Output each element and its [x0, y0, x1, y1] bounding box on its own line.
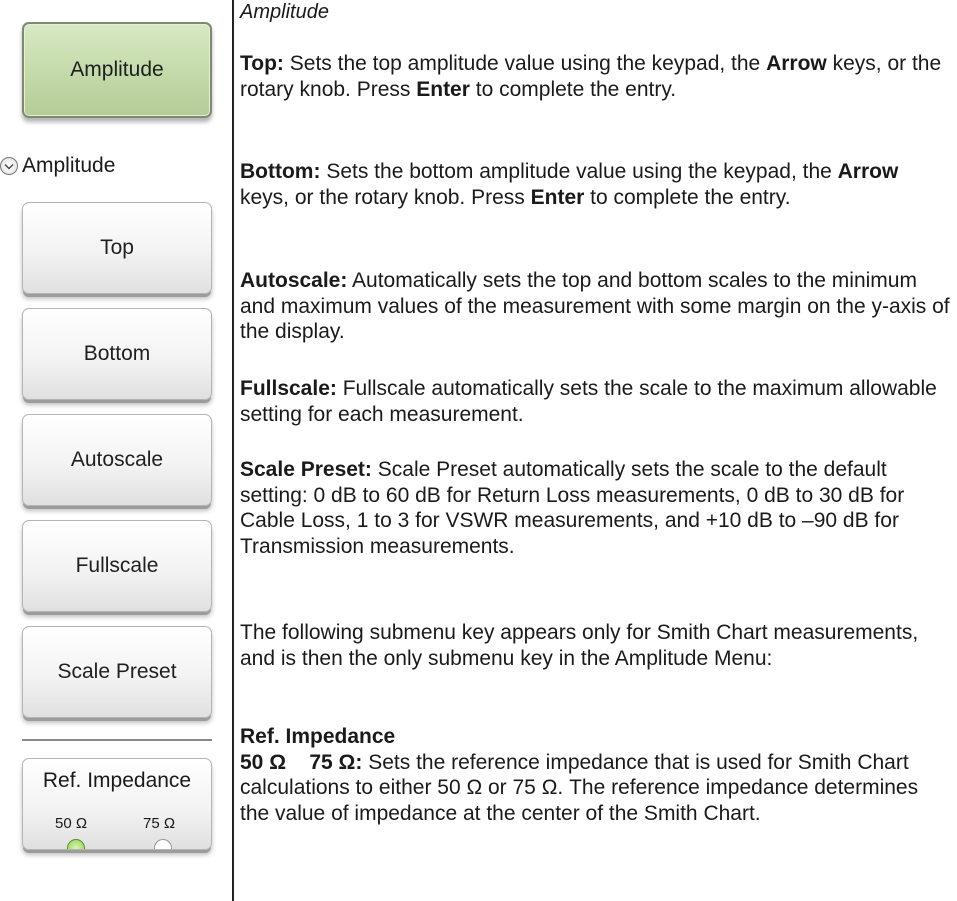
term-enter: Enter: [416, 77, 470, 101]
ref-impedance-description: Ref. Impedance 50 Ω 75 Ω: Sets the refere…: [240, 724, 952, 826]
term-scale-preset: Scale Preset:: [240, 458, 372, 481]
scale-preset-key-label: Scale Preset: [57, 660, 177, 683]
desc-text: to complete the entry.: [584, 185, 791, 209]
indicator-75-ohm-icon: [154, 839, 172, 849]
desc-text: Sets the bottom amplitude value using th…: [320, 160, 838, 183]
fullscale-key-label: Fullscale: [75, 554, 159, 577]
section-heading: Amplitude: [240, 1, 329, 23]
desc-text: Sets the top amplitude value using the k…: [283, 52, 767, 75]
term-arrow: Arrow: [837, 160, 899, 183]
top-description: Top: Sets the top amplitude value using …: [240, 51, 952, 102]
column-divider: [232, 0, 234, 901]
top-key[interactable]: Top: [22, 202, 212, 294]
ref-impedance-key[interactable]: Ref. Impedance 50 Ω 75 Ω: [22, 758, 212, 850]
bottom-description: Bottom: Sets the bottom amplitude value …: [240, 159, 952, 210]
option-75-ohm-label: 75 Ω: [143, 815, 176, 832]
term-arrow: Arrow: [766, 52, 827, 75]
soft-key-panel: Amplitude Amplitude Top Bottom Autoscale…: [0, 0, 232, 901]
option-50-ohm-label: 50 Ω: [55, 815, 88, 832]
desc-text: keys, or the rotary knob. Press: [240, 185, 531, 209]
autoscale-key[interactable]: Autoscale: [22, 414, 212, 506]
desc-text: Automatically sets the top and bottom sc…: [240, 269, 950, 343]
indicator-50-ohm-icon: [67, 839, 85, 849]
term-autoscale: Autoscale:: [240, 269, 348, 292]
amplitude-main-key[interactable]: Amplitude: [22, 22, 212, 118]
autoscale-key-label: Autoscale: [70, 448, 164, 471]
ref-impedance-key-label: Ref. Impedance: [42, 769, 192, 792]
fullscale-description: Fullscale: Fullscale automatically sets …: [240, 376, 952, 427]
scale-preset-description: Scale Preset: Scale Preset automatically…: [240, 457, 952, 559]
term-enter: Enter: [530, 185, 585, 209]
fullscale-key[interactable]: Fullscale: [22, 520, 212, 612]
term-bottom: Bottom:: [240, 160, 321, 183]
term-ref-impedance: Ref. Impedance: [240, 725, 396, 748]
term-impedance-options: 50 Ω 75 Ω:: [240, 750, 363, 774]
amplitude-key-label: Amplitude: [70, 58, 164, 81]
desc-text: Fullscale automatically sets the scale t…: [240, 377, 937, 426]
top-key-label: Top: [100, 236, 134, 259]
bottom-key-label: Bottom: [83, 342, 151, 365]
scale-preset-key[interactable]: Scale Preset: [22, 626, 212, 718]
term-fullscale: Fullscale:: [240, 377, 337, 400]
chevron-down-icon: [0, 157, 18, 175]
autoscale-description: Autoscale: Automatically sets the top an…: [240, 268, 952, 345]
term-top: Top:: [240, 52, 284, 75]
menu-label-text: Amplitude: [22, 154, 116, 177]
bottom-key[interactable]: Bottom: [22, 308, 212, 400]
submenu-note: The following submenu key appears only f…: [240, 621, 919, 670]
amplitude-menu-label: Amplitude: [0, 154, 115, 178]
key-separator: [22, 739, 212, 741]
desc-text: to complete the entry.: [469, 77, 677, 101]
